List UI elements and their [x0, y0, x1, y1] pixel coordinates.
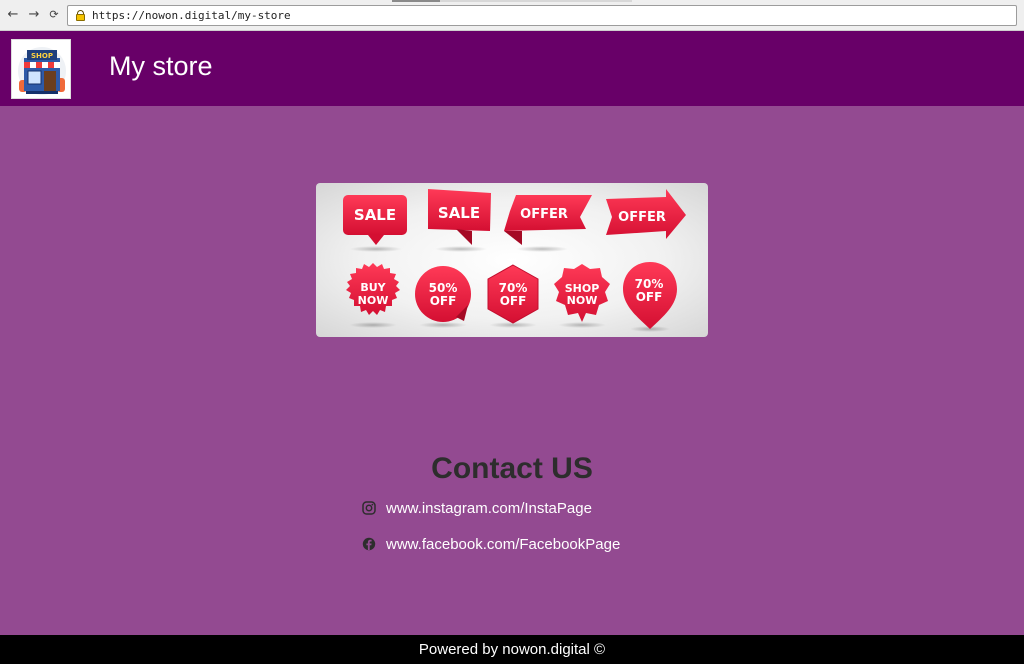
instagram-link[interactable]: www.instagram.com/InstaPage — [386, 500, 592, 517]
sale-tag-2: SALE — [428, 189, 491, 245]
sticker-label: OFFER — [618, 210, 666, 225]
url-text: https://nowon.digital/my-store — [92, 9, 291, 22]
buy-now-badge: BUY NOW — [346, 263, 400, 315]
footer-credit: Powered by nowon.digital © — [418, 641, 606, 658]
forward-button[interactable]: → — [26, 6, 42, 24]
logo-sign-text: SHOP — [31, 52, 53, 60]
offer-ribbon: OFFER — [504, 195, 592, 245]
sticker-line1: 50% — [429, 281, 458, 295]
offers-banner: SALE SALE OFFER OFFER BUY NOW 50% OFF 70… — [316, 183, 708, 337]
sticker-line2: OFF — [636, 290, 663, 304]
storefront-icon[interactable]: SHOP — [11, 39, 71, 99]
sticker-label: SALE — [438, 204, 480, 222]
sticker-line2: NOW — [567, 294, 598, 307]
sticker-label: SALE — [354, 206, 396, 224]
sticker-line1: 70% — [635, 277, 664, 291]
site-header: SHOP My store — [0, 31, 1024, 106]
reload-button[interactable]: ⟳ — [46, 6, 62, 24]
back-button[interactable]: ← — [5, 6, 21, 24]
browser-toolbar: ← → ⟳ https://nowon.digital/my-store — [0, 0, 1024, 31]
sticker-label: OFFER — [520, 207, 568, 222]
shop-now-badge: SHOP NOW — [554, 264, 610, 322]
contact-heading: Contact US — [431, 452, 593, 485]
store-title: My store — [109, 51, 213, 81]
lock-icon — [76, 10, 85, 21]
discount-70-badge: 70% OFF — [487, 264, 539, 324]
footer: Powered by nowon.digital © — [0, 635, 1024, 664]
tab-strip — [392, 0, 632, 2]
sticker-line2: OFF — [430, 294, 457, 308]
facebook-link[interactable]: www.facebook.com/FacebookPage — [386, 536, 620, 553]
discount-70-pin: 70% OFF — [623, 262, 677, 329]
sticker-line1: BUY — [360, 281, 386, 294]
facebook-icon — [362, 537, 376, 551]
instagram-icon — [362, 501, 376, 515]
offer-arrow: OFFER — [606, 189, 686, 239]
sticker-line2: OFF — [500, 294, 527, 308]
sticker-line1: 70% — [499, 281, 528, 295]
sale-tag-1: SALE — [343, 195, 407, 245]
address-bar[interactable]: https://nowon.digital/my-store — [67, 5, 1017, 26]
sticker-line2: NOW — [358, 294, 389, 307]
discount-50-badge: 50% OFF — [415, 266, 471, 322]
